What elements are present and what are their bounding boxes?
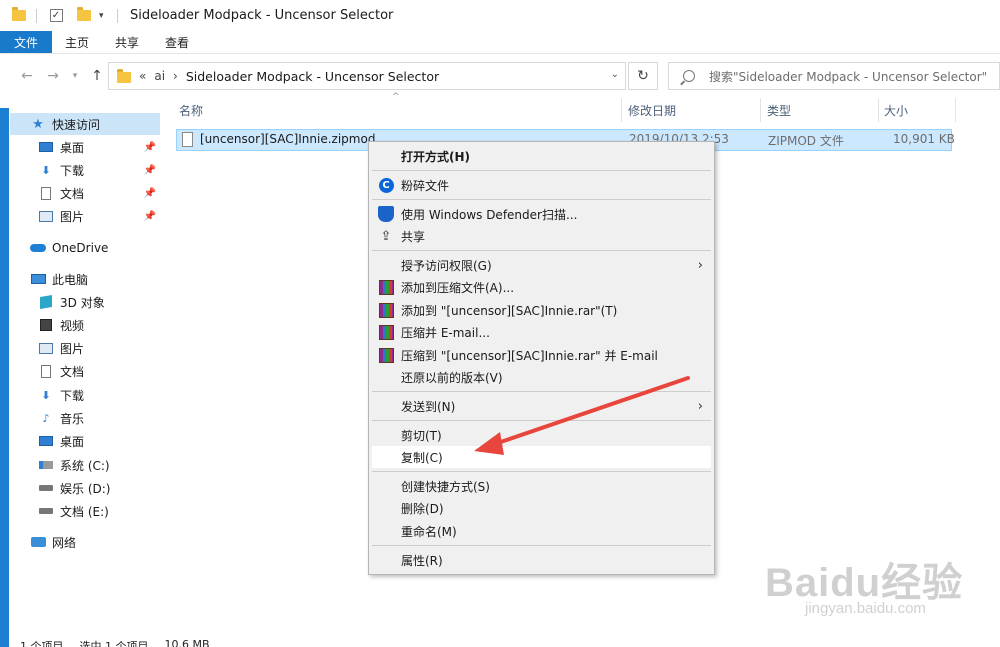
watermark-url: jingyan.baidu.com xyxy=(805,600,926,617)
baidu-watermark: Baidu经验 jingyan.baidu.com xyxy=(765,550,985,630)
